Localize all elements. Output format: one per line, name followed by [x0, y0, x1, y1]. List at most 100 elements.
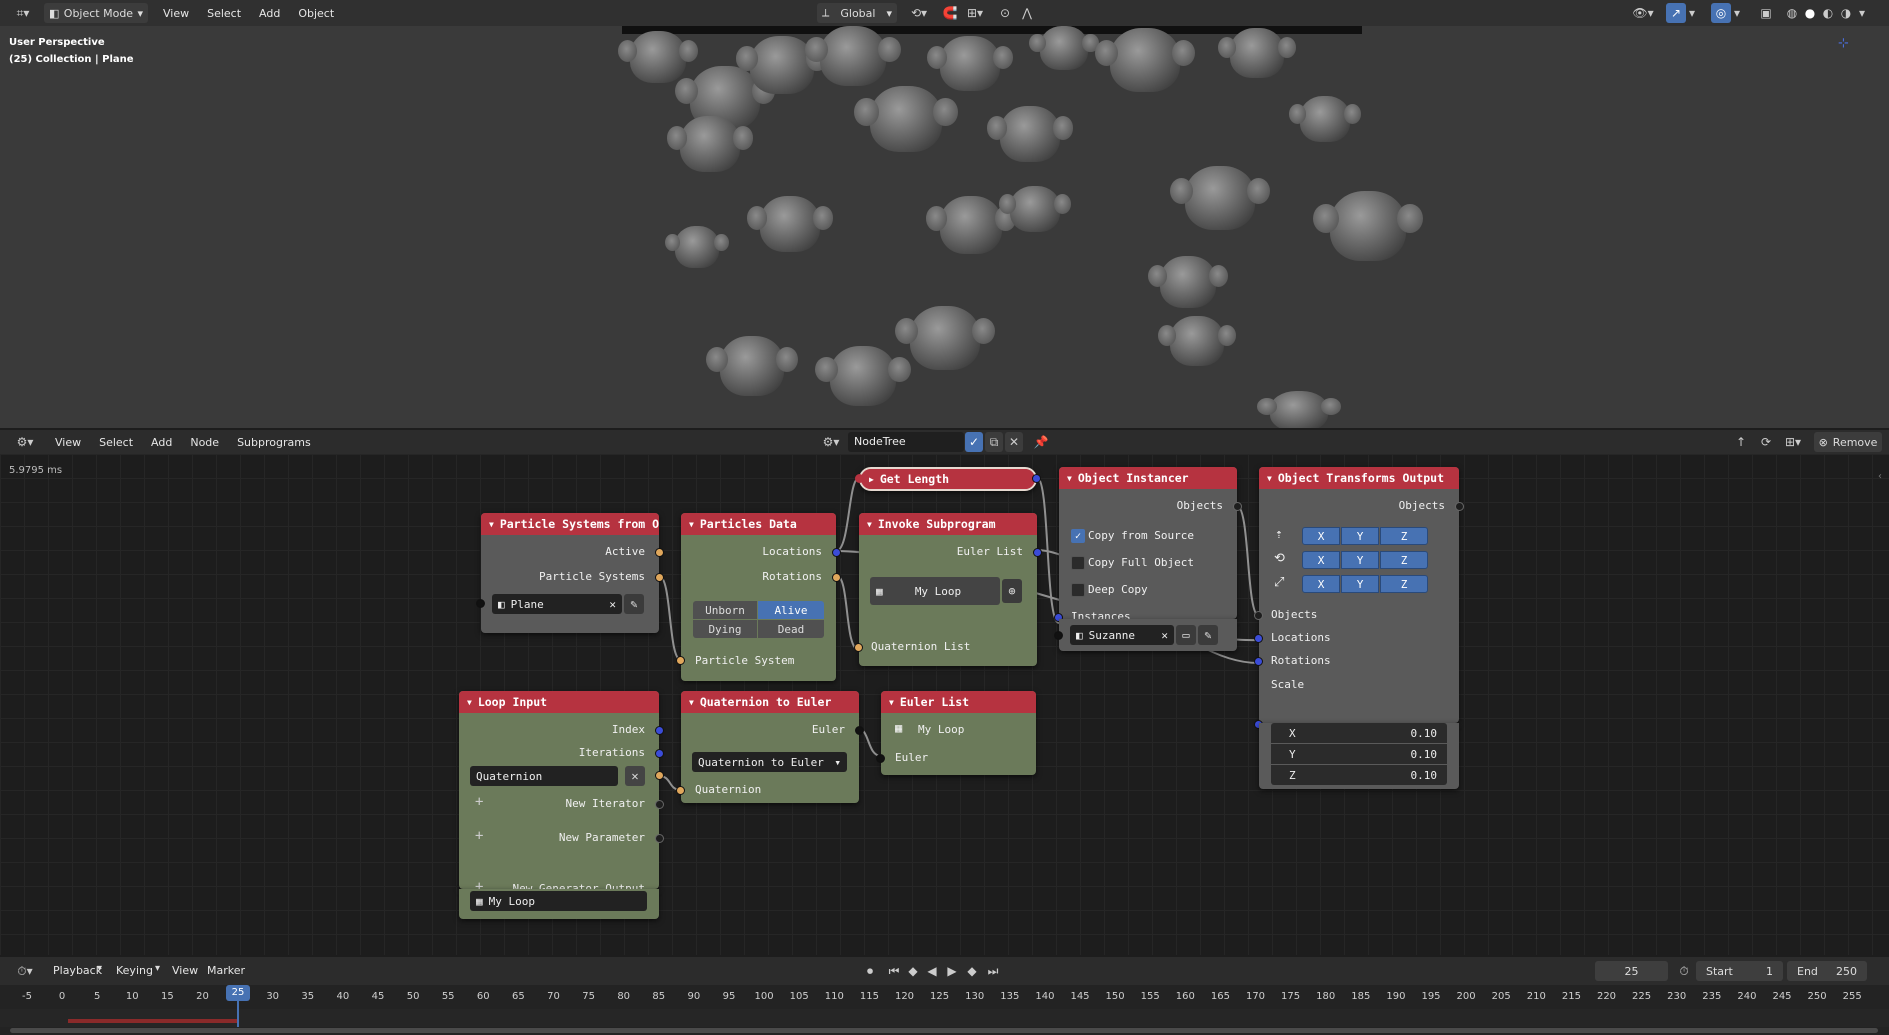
suzanne-mesh[interactable] [1029, 26, 1099, 70]
input-socket-objects[interactable] [1254, 611, 1263, 620]
fake-user-shield-icon[interactable]: ✓ [965, 432, 983, 452]
gizmo-dropdown-icon[interactable]: ▾ [1686, 3, 1698, 23]
collapse-triangle-icon[interactable]: ▼ [889, 698, 894, 707]
node-tree-name-field[interactable]: NodeTree [848, 432, 964, 452]
subprogram-selector[interactable]: ▦ My Loop [870, 577, 1000, 605]
node-header[interactable]: ▼ Object Instancer [1059, 467, 1237, 489]
node-header[interactable]: ▼ Particles Data [681, 513, 836, 535]
output-socket-euler-list[interactable] [1033, 548, 1042, 557]
node-object-instancer-object-row[interactable]: ◧ Suzanne ✕ ▭ ✎ [1054, 619, 1237, 651]
scale-z-field[interactable]: Z 0.10 [1271, 765, 1447, 785]
suzanne-mesh[interactable] [999, 186, 1071, 232]
input-socket-object[interactable] [476, 599, 485, 608]
suzanne-mesh[interactable] [1158, 316, 1236, 366]
toggle-dead[interactable]: Dead [758, 620, 824, 638]
collapse-triangle-icon[interactable]: ▼ [489, 520, 494, 529]
eyedropper-icon[interactable]: ✎ [1198, 625, 1218, 645]
rotation-x-toggle[interactable]: X [1302, 551, 1340, 569]
clear-icon[interactable]: ✕ [609, 598, 616, 611]
output-socket-euler[interactable] [855, 726, 864, 735]
suzanne-mesh[interactable] [805, 26, 901, 86]
node-header[interactable]: ▼ Quaternion to Euler [681, 691, 859, 713]
remove-button[interactable]: ⊗ Remove [1814, 432, 1882, 452]
output-socket-length[interactable] [1032, 474, 1041, 483]
input-socket-quaternion[interactable] [676, 786, 685, 795]
suzanne-mesh[interactable] [746, 196, 834, 252]
menu-view[interactable]: View [46, 436, 90, 449]
suzanne-mesh[interactable] [666, 116, 754, 172]
proportional-edit-icon[interactable]: ⊙ [995, 3, 1015, 23]
new-subprogram-icon[interactable]: ⊕ [1002, 579, 1022, 603]
input-socket-quaternion-list[interactable] [854, 643, 863, 652]
gizmo-icon[interactable]: ↗ [1666, 3, 1686, 23]
node-euler-list[interactable]: ▼ Euler List ▦ My Loop Euler [876, 691, 1036, 775]
rotation-y-toggle[interactable]: Y [1341, 551, 1379, 569]
editor-type-icon[interactable]: ⚙▾ [10, 432, 40, 452]
node-header[interactable]: ▼ Euler List [881, 691, 1036, 713]
scale-y-toggle[interactable]: Y [1341, 575, 1379, 593]
node-header[interactable]: ▼ Object Transforms Output [1259, 467, 1459, 489]
loop-name-field[interactable]: ▦ My Loop [470, 891, 647, 911]
node-particles-data[interactable]: ▼ Particles Data Locations Rotations Unbo… [676, 513, 841, 681]
frame-ruler[interactable]: -5 0 5 10 15 20 30 35 40 45 50 55 60 65 70 75 80 85 90 95 10… [0, 957, 1889, 1009]
suzanne-mesh[interactable] [1257, 391, 1341, 428]
snap-icon[interactable]: ⟳ [1756, 432, 1776, 452]
location-x-toggle[interactable]: X [1302, 527, 1340, 545]
node-object-transforms-output[interactable]: ▼ Object Transforms Output Objects ⇡ X Y … [1254, 467, 1464, 729]
new-parameter-label[interactable]: New Parameter [559, 829, 645, 847]
overlay-dropdown-icon[interactable]: ▾ [1731, 3, 1743, 23]
rendered-shading-icon[interactable]: ◑ [1836, 3, 1856, 23]
mode-dropdown[interactable]: ◧ Object Mode ▾ [44, 3, 148, 23]
output-socket-new-parameter[interactable] [655, 834, 664, 843]
menu-select[interactable]: Select [90, 436, 142, 449]
suzanne-mesh[interactable] [665, 226, 729, 268]
checkbox-deep-copy[interactable] [1071, 583, 1085, 597]
input-socket-list[interactable] [855, 474, 864, 483]
timeline[interactable]: ⏱▾ Playback ▾ Keying ▾ View Marker ⏺ ⏮ ◆… [0, 957, 1889, 1035]
xray-icon[interactable]: ▣ [1756, 3, 1776, 23]
output-socket-index[interactable] [655, 726, 664, 735]
suzanne-mesh[interactable] [1147, 256, 1229, 308]
node-header[interactable]: ▼ Particle Systems from O… [481, 513, 659, 535]
input-socket-euler[interactable] [876, 754, 885, 763]
output-socket-objects[interactable] [1455, 502, 1464, 511]
falloff-icon[interactable]: ⋀ [1017, 3, 1037, 23]
unlink-close-icon[interactable]: ✕ [1005, 432, 1023, 452]
scale-z-toggle[interactable]: Z [1380, 575, 1428, 593]
suzanne-mesh[interactable] [1094, 28, 1196, 92]
suzanne-mesh[interactable] [735, 36, 829, 94]
output-socket-objects[interactable] [1233, 502, 1242, 511]
menu-node[interactable]: Node [181, 436, 228, 449]
object-field[interactable]: ◧ Suzanne ✕ [1070, 625, 1174, 645]
node-header[interactable]: ▼ Invoke Subprogram [859, 513, 1037, 535]
toggle-unborn[interactable]: Unborn [693, 601, 757, 619]
pivot-icon[interactable]: ⟲▾ [904, 3, 934, 23]
output-socket-iterations[interactable] [655, 749, 664, 758]
suzanne-mesh[interactable] [1169, 166, 1271, 230]
remove-iterator-icon[interactable]: ✕ [625, 766, 645, 786]
node-loop-input-footer[interactable]: ▦ My Loop [459, 889, 659, 919]
3d-viewport[interactable]: User Perspective (25) Collection | Plane… [0, 26, 1889, 428]
node-editor-canvas[interactable]: 5.9795 ms ‹ ▼ Particle Systems from O… Ac… [0, 454, 1889, 955]
expand-triangle-icon[interactable]: ▶ [869, 475, 874, 484]
output-socket-quaternion[interactable] [655, 771, 664, 780]
node-quaternion-to-euler[interactable]: ▼ Quaternion to Euler Euler Quaternion to… [676, 691, 864, 803]
suzanne-mesh[interactable] [1289, 96, 1361, 142]
add-iterator-icon[interactable]: + [475, 794, 483, 810]
suzanne-mesh[interactable] [1313, 191, 1423, 261]
node-particle-systems-from-object[interactable]: ▼ Particle Systems from O… Active Particl… [476, 513, 664, 633]
suzanne-mesh[interactable] [986, 106, 1074, 162]
transform-orientation-dropdown[interactable]: ⟂ Global ▾ [817, 3, 897, 23]
pin-icon[interactable]: 📌 [1031, 432, 1051, 452]
node-object-transforms-scale[interactable]: X 0.10 Y 0.10 Z 0.10 [1259, 723, 1459, 789]
eyedropper-icon[interactable]: ✎ [624, 594, 644, 614]
conversion-mode-dropdown[interactable]: Quaternion to Euler ▾ [692, 752, 847, 772]
add-parameter-icon[interactable]: + [475, 828, 483, 844]
collapse-triangle-icon[interactable]: ▼ [689, 698, 694, 707]
collapse-triangle-icon[interactable]: ▼ [1267, 474, 1272, 483]
snap-element-icon[interactable]: ⊞▾ [1780, 432, 1806, 452]
rotation-z-toggle[interactable]: Z [1380, 551, 1428, 569]
suzanne-mesh[interactable] [926, 196, 1016, 254]
scale-x-toggle[interactable]: X [1302, 575, 1340, 593]
node-header[interactable]: ▶ Get Length [861, 469, 1035, 489]
